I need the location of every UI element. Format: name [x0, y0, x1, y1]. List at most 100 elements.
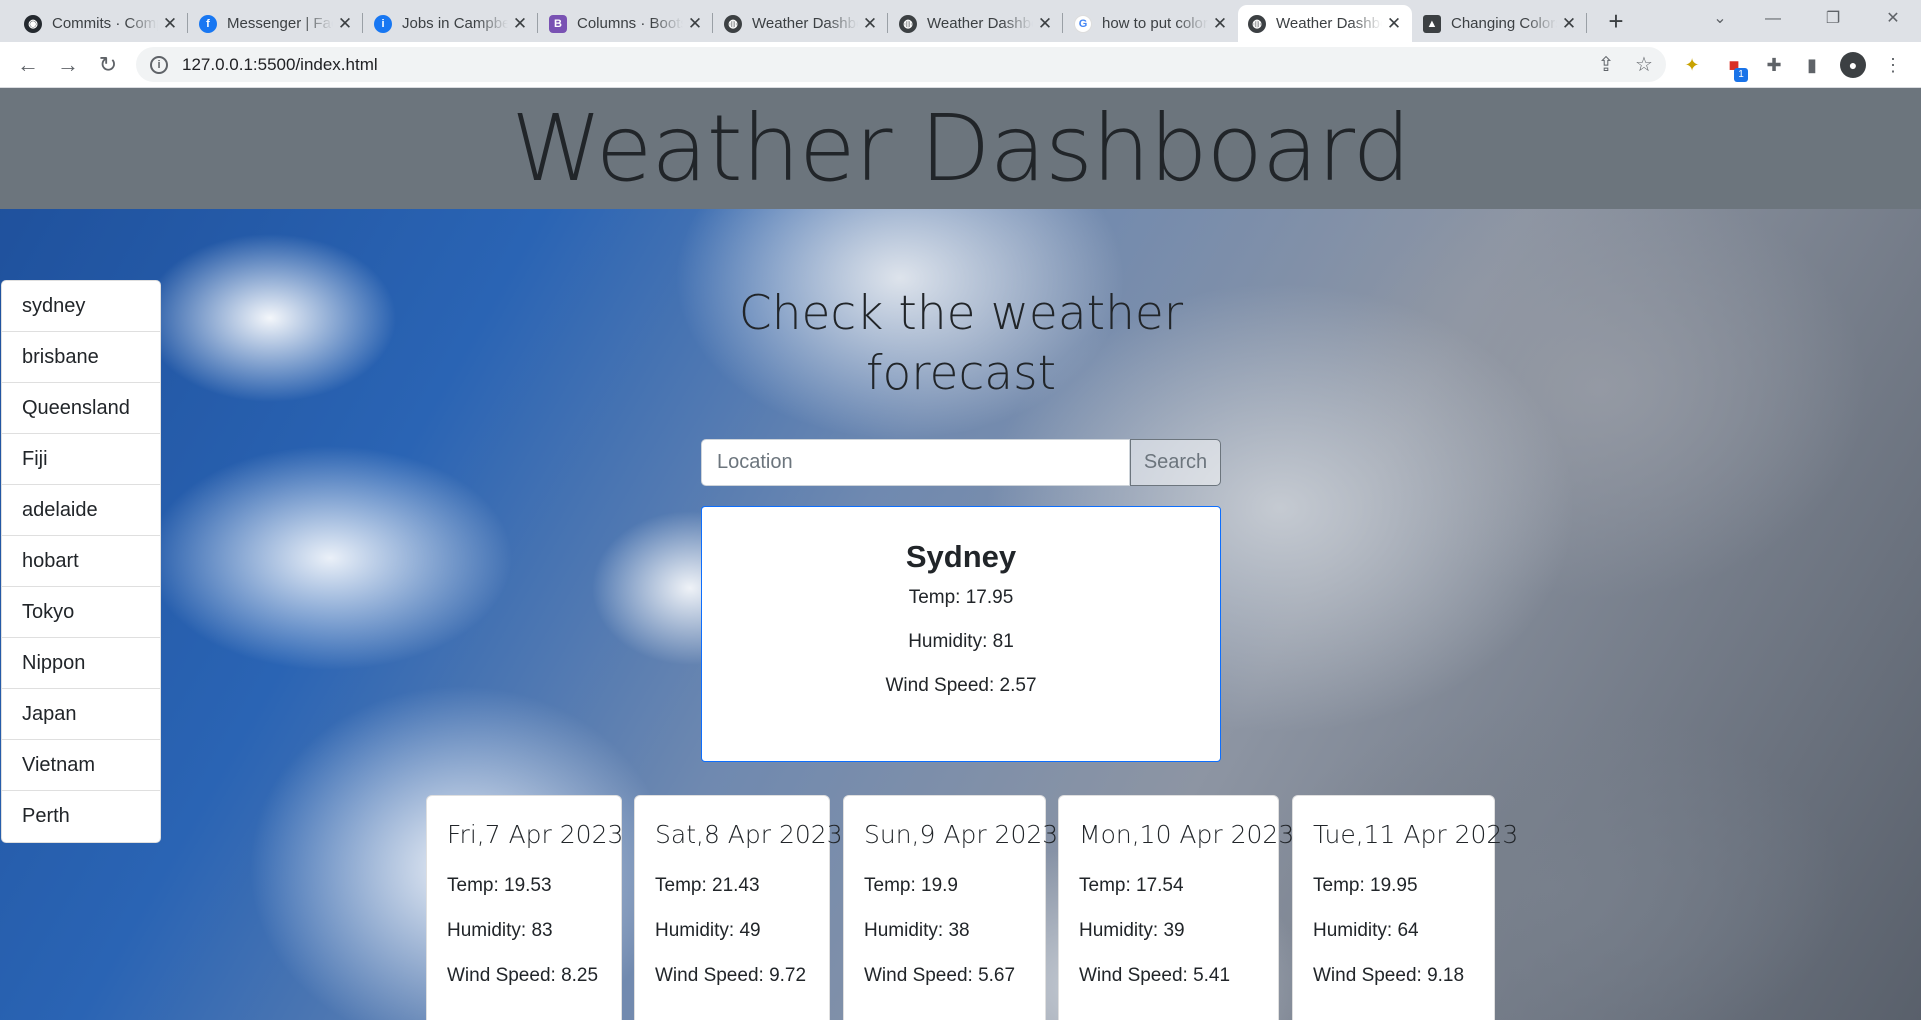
close-icon[interactable]: ✕: [162, 14, 178, 34]
forecast-wind-speed: Wind Speed: 9.18: [1313, 965, 1465, 986]
close-icon[interactable]: ✕: [1037, 14, 1053, 34]
forecast-temp: Temp: 19.9: [864, 875, 958, 896]
search-bar: Search: [701, 439, 1221, 486]
close-icon[interactable]: ✕: [862, 14, 878, 34]
tab-8[interactable]: ▲ Changing Colors ✕: [1413, 5, 1587, 42]
tab-5[interactable]: ◍ Weather Dashboard ✕: [889, 5, 1063, 42]
globe-icon: ◍: [1248, 14, 1266, 33]
extension-icon[interactable]: ✦: [1679, 52, 1705, 78]
page-title: Weather Dashboard: [511, 95, 1411, 202]
history-item[interactable]: hobart: [2, 536, 160, 587]
bookmark-star-icon[interactable]: ☆: [1630, 51, 1658, 79]
forecast-date: Mon,10 Apr 2023: [1079, 820, 1295, 849]
forward-arrow-icon[interactable]: →: [52, 49, 84, 81]
forecast-wind-speed: Wind Speed: 5.67: [864, 965, 1016, 986]
tab-7-active[interactable]: ◍ Weather Dashboard ✕: [1238, 5, 1412, 42]
history-item[interactable]: Tokyo: [2, 587, 160, 638]
forecast-humidity: Humidity: 39: [1079, 920, 1185, 941]
tab-title: Messenger | Facebook: [227, 15, 333, 32]
current-wind-speed: Wind Speed: 2.57: [885, 675, 1037, 696]
google-icon: G: [1074, 14, 1092, 33]
current-humidity: Humidity: 81: [908, 631, 1014, 652]
close-icon[interactable]: ✕: [1386, 14, 1402, 34]
forecast-wind-speed: Wind Speed: 8.25: [447, 965, 599, 986]
tab-title: how to put color: [1102, 15, 1208, 32]
browser-toolbar: ← → ↻ i 127.0.0.1:5500/index.html ⇪ ☆ ✦ …: [0, 42, 1921, 88]
page-header: Weather Dashboard: [0, 88, 1921, 209]
forecast-date: Tue,11 Apr 2023: [1313, 820, 1519, 849]
page-viewport: Weather Dashboard sydney brisbane Queens…: [0, 88, 1921, 1020]
minimize-icon[interactable]: —: [1753, 4, 1793, 34]
forecast-card: Fri,7 Apr 2023 Temp: 19.53 Humidity: 83 …: [426, 795, 624, 1020]
menu-kebab-icon[interactable]: ⋮: [1880, 52, 1906, 78]
location-search-input[interactable]: [701, 439, 1130, 486]
history-item[interactable]: Japan: [2, 689, 160, 740]
forecast-card: Sat,8 Apr 2023 Temp: 21.43 Humidity: 49 …: [634, 795, 843, 1020]
close-icon[interactable]: ✕: [337, 14, 353, 34]
extension-count-badge: 1: [1734, 68, 1748, 82]
tab-separator: [1062, 13, 1063, 33]
history-item[interactable]: Vietnam: [2, 740, 160, 791]
tab-separator: [887, 13, 888, 33]
search-button[interactable]: Search: [1130, 439, 1221, 486]
tab-3[interactable]: B Columns · Bootstrap ✕: [539, 5, 713, 42]
forecast-date: Sun,9 Apr 2023: [864, 820, 1059, 849]
tab-title: Commits · Computer: [52, 15, 158, 32]
close-window-icon[interactable]: ✕: [1873, 4, 1913, 34]
puzzle-extensions-icon[interactable]: ✚: [1761, 52, 1787, 78]
current-city-name: Sydney: [905, 539, 1017, 574]
close-icon[interactable]: ✕: [687, 14, 703, 34]
tab-6[interactable]: G how to put color ✕: [1064, 5, 1238, 42]
history-item[interactable]: Nippon: [2, 638, 160, 689]
facebook-jobs-icon: i: [374, 14, 392, 33]
tab-4[interactable]: ◍ Weather Dashboard ✕: [714, 5, 888, 42]
restore-icon[interactable]: ❐: [1813, 4, 1853, 34]
tab-1[interactable]: f Messenger | Facebook ✕: [189, 5, 363, 42]
tab-title: Jobs in Campbelltown: [402, 15, 508, 32]
forecast-date: Fri,7 Apr 2023: [447, 820, 624, 849]
page-subtitle: Check the weather forecast: [738, 286, 1184, 401]
globe-icon: ◍: [724, 14, 742, 33]
history-item[interactable]: Queensland: [2, 383, 160, 434]
tab-separator: [712, 13, 713, 33]
history-item[interactable]: brisbane: [2, 332, 160, 383]
tab-0[interactable]: ◉ Commits · Computer ✕: [14, 5, 188, 42]
tab-strip: ◉ Commits · Computer ✕ f Messenger | Fac…: [0, 0, 1921, 42]
close-icon[interactable]: ✕: [512, 14, 528, 34]
url-text[interactable]: 127.0.0.1:5500/index.html: [182, 55, 378, 75]
tab-search-chevron-icon[interactable]: ⌄: [1700, 4, 1740, 34]
share-icon[interactable]: ⇪: [1592, 51, 1620, 79]
history-item[interactable]: adelaide: [2, 485, 160, 536]
forecast-humidity: Humidity: 83: [447, 920, 553, 941]
side-panel-icon[interactable]: ▮: [1799, 52, 1825, 78]
forecast-temp: Temp: 19.53: [447, 875, 552, 896]
profile-avatar[interactable]: ●: [1840, 52, 1866, 78]
history-item[interactable]: Fiji: [2, 434, 160, 485]
tab-2[interactable]: i Jobs in Campbelltown ✕: [364, 5, 538, 42]
new-tab-button[interactable]: +: [1600, 6, 1632, 38]
tab-separator: [362, 13, 363, 33]
forecast-card: Sun,9 Apr 2023 Temp: 19.9 Humidity: 38 W…: [843, 795, 1059, 1020]
bootstrap-icon: B: [549, 14, 567, 33]
address-bar[interactable]: i 127.0.0.1:5500/index.html ⇪ ☆: [136, 47, 1666, 82]
close-icon[interactable]: ✕: [1561, 14, 1577, 34]
search-history-list: sydney brisbane Queensland Fiji adelaide…: [1, 280, 161, 843]
history-item[interactable]: sydney: [2, 281, 160, 332]
info-icon[interactable]: i: [150, 55, 168, 74]
forecast-wind-speed: Wind Speed: 9.72: [655, 965, 807, 986]
forecast-temp: Temp: 17.54: [1079, 875, 1184, 896]
tab-title: Weather Dashboard: [1276, 15, 1382, 32]
close-icon[interactable]: ✕: [1212, 14, 1228, 34]
history-item[interactable]: Perth: [2, 791, 160, 842]
github-icon: ◉: [24, 14, 42, 33]
tab-title: Columns · Bootstrap: [577, 15, 683, 32]
tab-title: Changing Colors: [1451, 15, 1557, 32]
forecast-wind-speed: Wind Speed: 5.41: [1079, 965, 1231, 986]
forecast-card: Tue,11 Apr 2023 Temp: 19.95 Humidity: 64…: [1292, 795, 1519, 1020]
tab-title: Weather Dashboard: [927, 15, 1033, 32]
reload-icon[interactable]: ↻: [92, 49, 124, 81]
forecast-humidity: Humidity: 64: [1313, 920, 1419, 941]
back-arrow-icon[interactable]: ←: [12, 49, 44, 81]
forecast-card: Mon,10 Apr 2023 Temp: 17.54 Humidity: 39…: [1058, 795, 1295, 1020]
facebook-icon: f: [199, 14, 217, 33]
